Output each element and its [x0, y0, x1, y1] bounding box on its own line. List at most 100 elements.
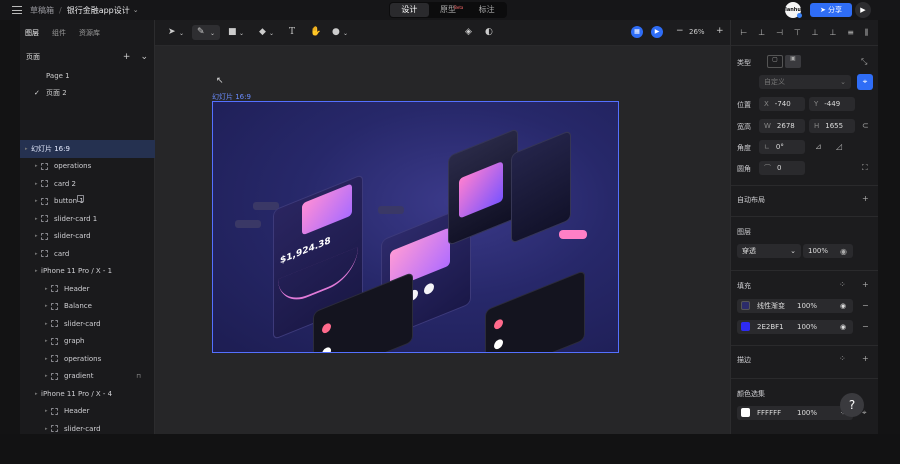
- add-auto-layout-icon[interactable]: +: [862, 194, 869, 203]
- add-page-icon[interactable]: +: [123, 52, 131, 62]
- flip-v-icon[interactable]: ◿: [836, 142, 842, 151]
- align-bottom-icon[interactable]: ⊥: [829, 28, 836, 37]
- chevron-down-icon[interactable]: ⌄: [179, 30, 184, 37]
- move-tool-icon[interactable]: ➤: [168, 27, 176, 37]
- tab-design[interactable]: 设计: [390, 3, 429, 17]
- resize-icon[interactable]: ⤡: [861, 57, 867, 67]
- layer-row[interactable]: ▸ 幻灯片 16:9: [20, 140, 155, 202]
- design-canvas[interactable]: ↖ 幻灯片 16:9 $1,924.38: [155, 46, 730, 434]
- preview-play-icon[interactable]: ▶: [651, 26, 663, 38]
- align-left-icon[interactable]: ⊢: [740, 28, 747, 37]
- fill-swatch[interactable]: [741, 322, 750, 331]
- corner-icon[interactable]: ⛶: [862, 163, 868, 173]
- artboard-frame[interactable]: $1,924.38: [212, 101, 619, 353]
- fill-swatch[interactable]: [741, 301, 750, 310]
- zoom-level[interactable]: 26%: [689, 28, 705, 36]
- hand-tool-icon[interactable]: ✋: [310, 27, 321, 37]
- layer-row[interactable]: ▸ graph: [20, 333, 155, 351]
- project-title[interactable]: 银行金融app设计: [67, 5, 130, 16]
- layer-row[interactable]: ▸ iPhone 11 Pro / X - 1: [20, 195, 155, 281]
- constraint-icon[interactable]: ⌖: [857, 74, 873, 90]
- flip-h-icon[interactable]: ⊿: [815, 142, 822, 151]
- angle-field[interactable]: ∟ 0°: [759, 140, 805, 154]
- component-icon[interactable]: ◈: [465, 27, 472, 37]
- remove-fill-icon[interactable]: −: [862, 322, 869, 331]
- frame-type-icon[interactable]: ▢: [767, 55, 783, 68]
- text-tool-icon[interactable]: T: [289, 27, 295, 37]
- tab-assets[interactable]: 资源库: [79, 28, 100, 38]
- align-middle-icon[interactable]: ⊥: [812, 28, 819, 37]
- tab-annotate[interactable]: 标注: [467, 3, 506, 17]
- eye-icon[interactable]: ◉: [840, 299, 846, 313]
- fill-row-solid[interactable]: 2E2BF1 100% ◉: [737, 320, 853, 334]
- layer-row[interactable]: ▸ slider-card: [20, 228, 155, 246]
- pages-header: 页面 + ⌄: [20, 46, 154, 68]
- collapse-icon[interactable]: ⌄: [140, 52, 148, 62]
- height-field[interactable]: H 1655: [809, 119, 855, 133]
- lock-ratio-icon[interactable]: ⊂: [862, 121, 869, 130]
- y-field[interactable]: Y -449: [809, 97, 855, 111]
- layer-row[interactable]: ▸ operations: [20, 158, 155, 176]
- play-icon[interactable]: ▶: [855, 2, 871, 18]
- zoom-out-icon[interactable]: −: [676, 26, 684, 36]
- style-icon[interactable]: ⁘: [839, 354, 846, 363]
- share-button[interactable]: ➤ 分享: [810, 3, 852, 17]
- align-center-h-icon[interactable]: ⊥: [758, 28, 765, 37]
- chevron-down-icon[interactable]: ⌄: [269, 30, 274, 37]
- eye-icon[interactable]: ◉: [840, 320, 846, 334]
- layer-row[interactable]: ▸ Balance: [20, 298, 155, 316]
- blend-mode-select[interactable]: 穿透 ⌄: [737, 244, 801, 258]
- layer-row[interactable]: ▸ gradient ⊓: [20, 368, 155, 386]
- radius-field[interactable]: ⌒ 0: [759, 161, 805, 175]
- position-label: 位置: [737, 101, 751, 109]
- distribute-v-icon[interactable]: ⫼: [865, 28, 869, 38]
- zoom-in-icon[interactable]: +: [716, 26, 724, 36]
- grid-toggle-icon[interactable]: ▦: [631, 26, 643, 38]
- add-fill-icon[interactable]: +: [862, 280, 869, 289]
- chevron-down-icon[interactable]: ⌄: [210, 30, 215, 37]
- shape-tool-icon[interactable]: ■: [228, 27, 237, 37]
- contrast-icon[interactable]: ◐: [485, 27, 493, 37]
- layer-row[interactable]: ▸ button 1: [20, 193, 155, 211]
- x-field[interactable]: X -740: [759, 97, 805, 111]
- eye-icon[interactable]: ◉: [840, 247, 847, 256]
- layer-name: card 2: [54, 179, 77, 188]
- chevron-down-icon[interactable]: ⌄: [239, 30, 244, 37]
- tab-prototype[interactable]: 原型 Beta: [429, 3, 468, 17]
- lock-icon[interactable]: ⊓: [136, 373, 141, 380]
- tab-components[interactable]: 组件: [52, 28, 66, 38]
- page-item[interactable]: Page 1: [20, 68, 154, 85]
- layer-row[interactable]: ▸ Header: [20, 403, 155, 421]
- layer-row[interactable]: ▸ operations: [20, 350, 155, 368]
- layer-row[interactable]: ▸ slider-card: [20, 315, 155, 333]
- breadcrumb-parent[interactable]: 草稿箱: [30, 5, 54, 16]
- distribute-icon[interactable]: ≡: [847, 28, 854, 37]
- layer-name: Balance: [64, 302, 92, 311]
- chevron-down-icon[interactable]: ⌄: [133, 6, 139, 14]
- menu-icon[interactable]: [12, 6, 22, 14]
- layer-row[interactable]: ▸ iPhone 11 Pro / X - 4: [20, 195, 155, 403]
- type-select[interactable]: 自定义 ⌄: [759, 75, 851, 89]
- add-stroke-icon[interactable]: +: [862, 354, 869, 363]
- page-item-current[interactable]: ✓ 页面 2: [20, 85, 154, 102]
- align-right-icon[interactable]: ⊣: [776, 28, 783, 37]
- layer-row[interactable]: ▸ card 2: [20, 175, 155, 193]
- width-field[interactable]: W 2678: [759, 119, 805, 133]
- align-top-icon[interactable]: ⊤: [794, 28, 801, 37]
- help-button[interactable]: ?: [840, 393, 864, 417]
- chevron-down-icon[interactable]: ⌄: [343, 30, 348, 37]
- comment-tool-icon[interactable]: ●: [332, 27, 340, 37]
- stroke-label: 描边: [737, 356, 751, 364]
- frame-type-alt-icon[interactable]: ▣: [785, 55, 801, 68]
- pen-tool-icon[interactable]: ✎: [197, 27, 205, 37]
- selection-color-row[interactable]: FFFFFF 100% ⁘: [737, 406, 853, 420]
- tab-layers[interactable]: 图层: [25, 28, 39, 38]
- remove-fill-icon[interactable]: −: [862, 301, 869, 310]
- layer-row[interactable]: ▸ slider-card 1: [20, 210, 155, 228]
- color-swatch[interactable]: [741, 408, 750, 417]
- style-icon[interactable]: ⁘: [839, 280, 846, 289]
- fill-tool-icon[interactable]: ◆: [259, 27, 266, 37]
- fill-row-gradient[interactable]: 线性渐变 100% ◉: [737, 299, 853, 313]
- layer-row[interactable]: ▸ card: [20, 245, 155, 263]
- layer-row[interactable]: ▸ Header: [20, 280, 155, 298]
